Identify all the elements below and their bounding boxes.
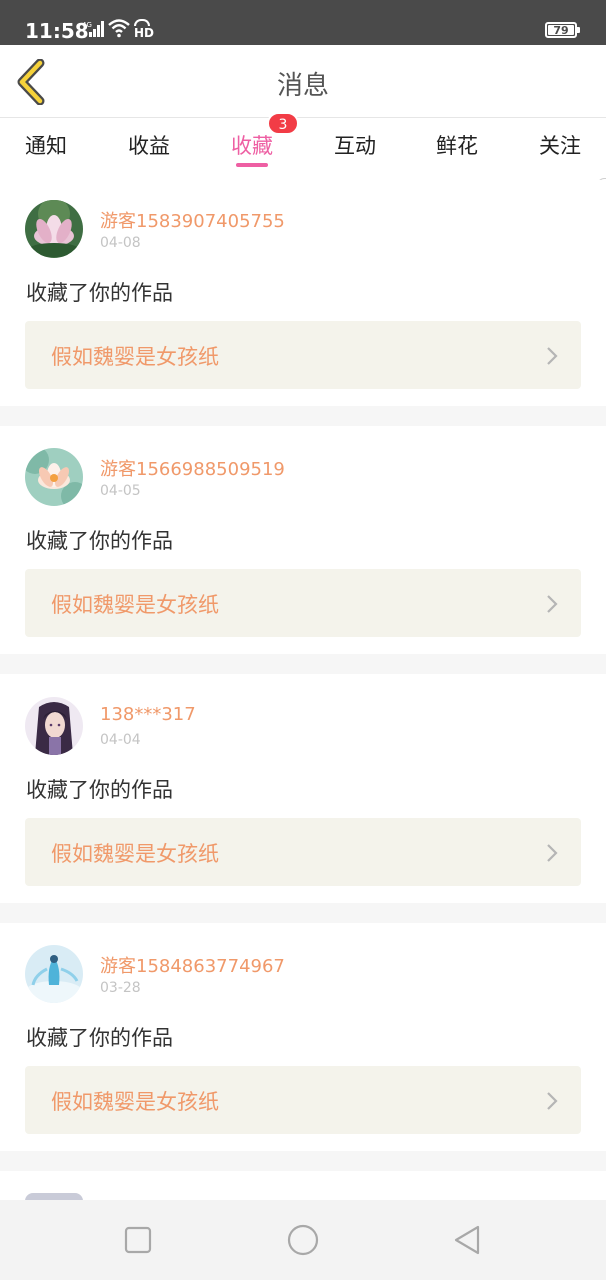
water-lily-avatar-image (25, 448, 83, 506)
battery-icon: 79 (545, 22, 577, 38)
work-title: 假如魏婴是女孩纸 (51, 842, 219, 866)
message-date: 03-28 (100, 980, 141, 996)
work-link[interactable]: 假如魏婴是女孩纸 (25, 1066, 581, 1134)
message-text: 收藏了你的作品 (26, 1026, 173, 1050)
battery-tip (577, 27, 580, 33)
tab-flowers[interactable]: 鲜花 (417, 130, 497, 160)
lotus-avatar[interactable] (25, 200, 83, 258)
work-link[interactable]: 假如魏婴是女孩纸 (25, 818, 581, 886)
status-bar: 11:58 4G HD 79 (0, 0, 606, 45)
network-type-label: 4G (82, 21, 92, 29)
blue-fairy-avatar-image (25, 945, 83, 1003)
battery-level: 79 (548, 25, 574, 36)
app-header: 消息 (0, 45, 606, 118)
username[interactable]: 游客1583907405755 (100, 207, 285, 233)
card-divider (0, 406, 606, 426)
username[interactable]: 138***317 (100, 704, 196, 725)
work-link[interactable]: 假如魏婴是女孩纸 (25, 321, 581, 389)
message-card: 游客1583907405755 04-08 收藏了你的作品 假如魏婴是女孩纸 (0, 180, 606, 406)
card-divider (0, 654, 606, 674)
username[interactable]: 游客1566988509519 (100, 455, 285, 481)
work-title: 假如魏婴是女孩纸 (51, 593, 219, 617)
hd-voice-icon: HD (134, 19, 154, 39)
hd-label: HD (134, 26, 155, 40)
work-title: 假如魏婴是女孩纸 (51, 345, 219, 369)
page-title: 消息 (276, 71, 329, 101)
card-divider (0, 903, 606, 923)
message-card: 138***317 04-04 收藏了你的作品 假如魏婴是女孩纸 (0, 677, 606, 903)
anime-character-avatar-image (25, 697, 83, 755)
message-card: 游客1566988509519 04-05 收藏了你的作品 假如魏婴是女孩纸 (0, 428, 606, 654)
card-divider (0, 1151, 606, 1171)
message-date: 04-05 (100, 483, 141, 499)
message-card: 游客1584863774967 03-28 收藏了你的作品 假如魏婴是女孩纸 (0, 925, 606, 1151)
message-date: 04-08 (100, 235, 141, 251)
tab-earnings[interactable]: 收益 (109, 130, 189, 160)
favorites-count-badge: 3 (267, 112, 299, 135)
circle-icon[interactable] (285, 1222, 321, 1258)
chevron-right-icon (547, 1092, 558, 1110)
status-time: 11:58 (25, 19, 89, 43)
message-text: 收藏了你的作品 (26, 529, 173, 553)
triangle-back-icon[interactable] (450, 1222, 486, 1258)
active-tab-indicator (236, 163, 268, 167)
tab-notifications[interactable]: 通知 (6, 130, 86, 160)
wifi-icon (108, 19, 130, 38)
tab-bar: 通知 收益 收藏 互动 鲜花 关注 (0, 118, 606, 173)
chevron-right-icon (547, 595, 558, 613)
message-text: 收藏了你的作品 (26, 778, 173, 802)
work-title: 假如魏婴是女孩纸 (51, 1090, 219, 1114)
blue-fairy-avatar[interactable] (25, 945, 83, 1003)
chevron-right-icon (547, 844, 558, 862)
work-link[interactable]: 假如魏婴是女孩纸 (25, 569, 581, 637)
chevron-right-icon (547, 347, 558, 365)
anime-character-avatar[interactable] (25, 697, 83, 755)
tab-interactions[interactable]: 互动 (315, 130, 395, 160)
tab-follows[interactable]: 关注 (520, 130, 600, 160)
lotus-avatar-image (25, 200, 83, 258)
square-icon[interactable] (120, 1222, 156, 1258)
cellular-signal-icon: 4G (82, 21, 104, 37)
message-text: 收藏了你的作品 (26, 281, 173, 305)
system-nav-bar (0, 1200, 606, 1280)
message-date: 04-04 (100, 732, 141, 748)
username[interactable]: 游客1584863774967 (100, 952, 285, 978)
water-lily-avatar[interactable] (25, 448, 83, 506)
